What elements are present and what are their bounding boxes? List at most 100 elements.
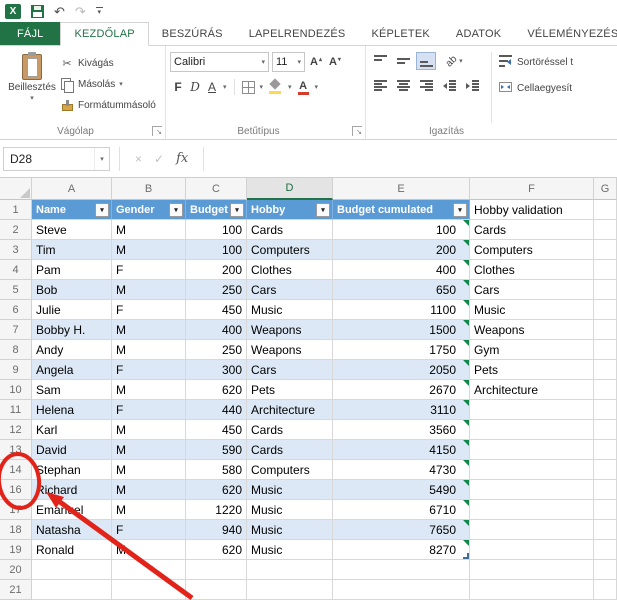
row-header-10[interactable]: 10 <box>0 380 32 400</box>
cell-gender[interactable]: M <box>112 500 186 520</box>
cell-empty[interactable] <box>594 300 617 320</box>
cell-budget-cumulated[interactable]: 2670 <box>333 380 470 400</box>
cell-empty[interactable] <box>186 560 247 580</box>
row-header-9[interactable]: 9 <box>0 360 32 380</box>
cell-name[interactable]: Pam <box>32 260 112 280</box>
column-header-F[interactable]: F <box>470 178 594 200</box>
formula-input[interactable] <box>221 146 617 171</box>
cell-name[interactable]: Andy <box>32 340 112 360</box>
cell-hobby-validation[interactable]: Pets <box>470 360 594 380</box>
cell-empty[interactable] <box>470 560 594 580</box>
cell-budget[interactable]: 620 <box>186 380 247 400</box>
font-color-button[interactable]: A <box>297 80 310 95</box>
cell-hobby-validation[interactable]: Clothes <box>470 260 594 280</box>
cell-hobby[interactable]: Pets <box>247 380 333 400</box>
row-header-14[interactable]: 14 <box>0 460 32 480</box>
cell-budget-cumulated[interactable]: 2050 <box>333 360 470 380</box>
tab-data[interactable]: ADATOK <box>443 22 514 45</box>
paste-dropdown-icon[interactable]: ▾ <box>30 95 34 102</box>
cell-budget-cumulated[interactable]: 1100 <box>333 300 470 320</box>
bold-button[interactable]: F <box>172 80 184 94</box>
cell-budget-cumulated[interactable]: 400 <box>333 260 470 280</box>
cell-budget[interactable]: 440 <box>186 400 247 420</box>
redo-icon[interactable]: ↷ <box>75 5 86 18</box>
cell-empty[interactable] <box>594 280 617 300</box>
insert-function-button[interactable]: fx <box>176 151 188 166</box>
cell-empty[interactable] <box>594 420 617 440</box>
cell-budget-cumulated[interactable]: 8270 <box>333 540 470 560</box>
cell-name[interactable]: Ronald <box>32 540 112 560</box>
cell-empty[interactable] <box>594 460 617 480</box>
cell-hobby-validation[interactable]: Computers <box>470 240 594 260</box>
cell-empty[interactable] <box>594 540 617 560</box>
clipboard-dialog-launcher-icon[interactable]: ↘ <box>152 126 162 136</box>
extra-column-header[interactable]: Hobby validation <box>470 200 594 220</box>
cell-empty[interactable] <box>594 340 617 360</box>
cell-name[interactable]: Angela <box>32 360 112 380</box>
format-painter-button[interactable]: Formátummásoló <box>60 97 156 114</box>
cell-empty[interactable] <box>594 380 617 400</box>
tab-file[interactable]: FÁJL <box>0 22 61 45</box>
cell-gender[interactable]: F <box>112 260 186 280</box>
cell-budget-cumulated[interactable]: 200 <box>333 240 470 260</box>
cell-name[interactable]: Helena <box>32 400 112 420</box>
cell-hobby-validation[interactable] <box>470 480 594 500</box>
cell-budget-cumulated[interactable]: 1500 <box>333 320 470 340</box>
align-left-button[interactable] <box>370 77 390 95</box>
cell-budget-cumulated[interactable]: 4150 <box>333 440 470 460</box>
cell-gender[interactable]: M <box>112 540 186 560</box>
row-header-21[interactable]: 21 <box>0 580 32 600</box>
row-header-1[interactable]: 1 <box>0 200 32 220</box>
filter-dropdown-icon[interactable]: ▾ <box>453 202 467 217</box>
cut-button[interactable]: ✂ Kivágás <box>60 55 156 72</box>
row-header-8[interactable]: 8 <box>0 340 32 360</box>
cell-hobby-validation[interactable] <box>470 400 594 420</box>
tab-review[interactable]: VÉLEMÉNYEZÉS <box>514 22 617 45</box>
cell-hobby[interactable]: Cars <box>247 280 333 300</box>
align-center-button[interactable] <box>393 77 413 95</box>
cell-hobby[interactable]: Weapons <box>247 320 333 340</box>
cell-budget-cumulated[interactable]: 650 <box>333 280 470 300</box>
cell-budget[interactable]: 450 <box>186 420 247 440</box>
cell-name[interactable]: Natasha <box>32 520 112 540</box>
tab-page-layout[interactable]: LAPELRENDEZÉS <box>236 22 359 45</box>
cell-empty[interactable] <box>594 400 617 420</box>
cell-name[interactable]: Bob <box>32 280 112 300</box>
underline-button[interactable]: A <box>206 80 218 94</box>
row-header-3[interactable]: 3 <box>0 240 32 260</box>
cell-hobby[interactable]: Cards <box>247 220 333 240</box>
row-header-20[interactable]: 20 <box>0 560 32 580</box>
cell-budget[interactable]: 250 <box>186 340 247 360</box>
cell-name[interactable]: Karl <box>32 420 112 440</box>
cell-budget[interactable]: 1220 <box>186 500 247 520</box>
copy-button[interactable]: Másolás ▾ <box>60 76 156 93</box>
orientation-button[interactable]: ab ▾ <box>444 53 463 69</box>
cell-gender[interactable]: F <box>112 400 186 420</box>
cell-hobby[interactable]: Cards <box>247 420 333 440</box>
table-header-budget[interactable]: Budget ▾ <box>186 200 247 220</box>
cell-empty[interactable] <box>470 580 594 600</box>
cell-empty[interactable] <box>333 580 470 600</box>
cell-name[interactable]: Tim <box>32 240 112 260</box>
row-header-7[interactable]: 7 <box>0 320 32 340</box>
row-header-4[interactable]: 4 <box>0 260 32 280</box>
increase-indent-button[interactable] <box>462 77 482 95</box>
select-all-corner[interactable] <box>0 178 32 200</box>
increase-font-size-button[interactable]: A ▴ <box>308 55 324 69</box>
cell-hobby-validation[interactable] <box>470 440 594 460</box>
cell-empty[interactable] <box>594 200 617 220</box>
cell-budget[interactable]: 400 <box>186 320 247 340</box>
row-header-18[interactable]: 18 <box>0 520 32 540</box>
cell-budget-cumulated[interactable]: 3110 <box>333 400 470 420</box>
cell-gender[interactable]: M <box>112 320 186 340</box>
filter-dropdown-icon[interactable]: ▾ <box>169 202 183 217</box>
column-header-D[interactable]: D <box>247 178 333 200</box>
cell-name[interactable]: Steve <box>32 220 112 240</box>
align-bottom-button[interactable] <box>416 52 436 70</box>
cell-empty[interactable] <box>594 560 617 580</box>
cell-budget-cumulated[interactable]: 5490 <box>333 480 470 500</box>
cell-budget[interactable]: 620 <box>186 540 247 560</box>
cell-empty[interactable] <box>594 500 617 520</box>
cell-empty[interactable] <box>594 480 617 500</box>
font-name-select[interactable]: Calibri ▾ <box>170 52 269 72</box>
